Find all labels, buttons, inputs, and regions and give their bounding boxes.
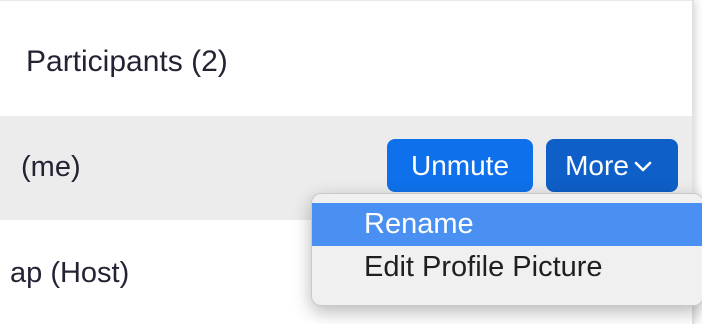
menu-item-label: Rename [364, 208, 474, 240]
unmute-button-label: Unmute [410, 149, 510, 181]
more-button-label: More [565, 149, 629, 181]
unmute-button[interactable]: Unmute [387, 139, 533, 192]
screen: Participants (2) (me) Unmute More ap (Ho… [0, 0, 702, 324]
participant-name: ap (Host) [10, 257, 130, 289]
more-context-menu: Rename Edit Profile Picture [311, 193, 702, 306]
participants-title: Participants (2) [26, 45, 228, 78]
menu-item-rename[interactable]: Rename [312, 203, 702, 246]
participants-header: Participants (2) [0, 0, 692, 117]
chevron-down-icon [633, 159, 653, 173]
menu-item-edit-profile-picture[interactable]: Edit Profile Picture [312, 246, 702, 289]
more-button[interactable]: More [546, 139, 678, 192]
participant-name: (me) [21, 151, 81, 183]
menu-item-label: Edit Profile Picture [364, 251, 603, 283]
